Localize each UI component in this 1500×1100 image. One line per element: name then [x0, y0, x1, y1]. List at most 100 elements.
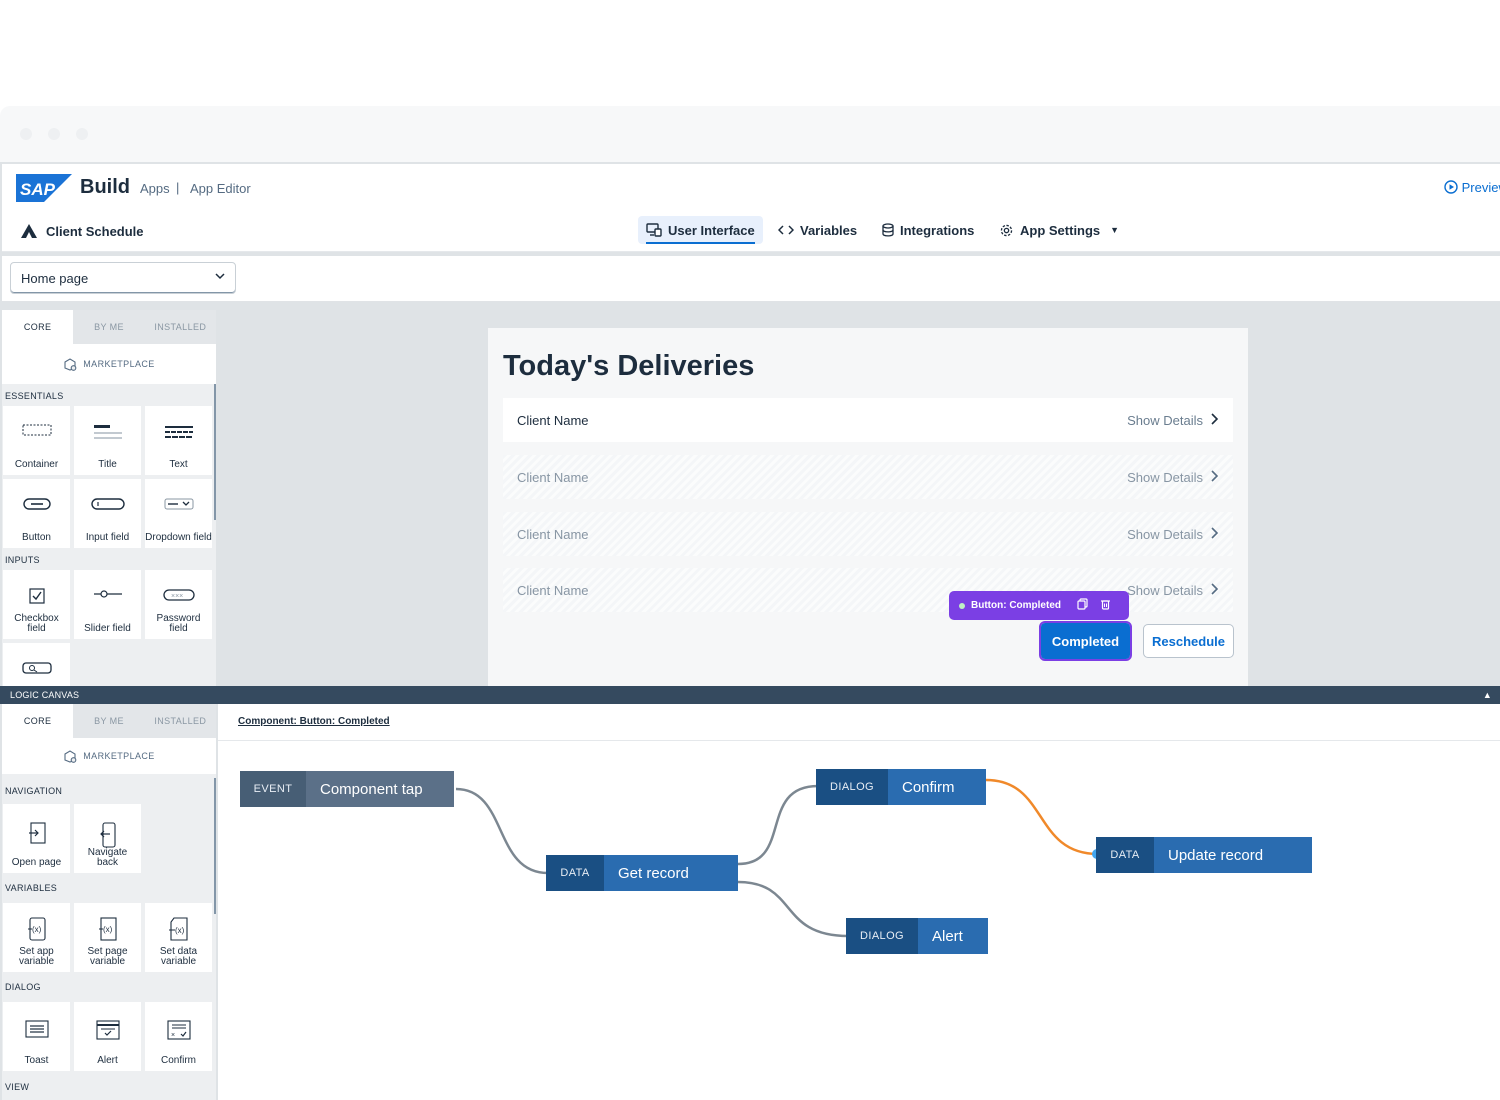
brand-apps-link[interactable]: Apps	[140, 181, 170, 196]
window-minimize-dot[interactable]	[48, 128, 60, 140]
list-item[interactable]: Client Name Show Details	[503, 398, 1233, 442]
set-app-variable-icon: (x)	[3, 917, 70, 941]
logic-item-toast[interactable]: Toast	[3, 1002, 70, 1071]
logic-item-navigate-back[interactable]: Navigate back	[74, 804, 141, 873]
logic-item-label: Alert	[97, 1055, 118, 1066]
logic-canvas-bar[interactable]: LOGIC CANVAS ▲	[0, 686, 1500, 704]
logic-node-confirm[interactable]: DIALOG Confirm	[816, 769, 986, 805]
logic-item-label: Toast	[24, 1055, 49, 1066]
reschedule-button[interactable]: Reschedule	[1143, 624, 1234, 658]
palette-item-dropdown-field[interactable]: Dropdown field	[145, 479, 212, 548]
chevron-down-icon	[215, 271, 225, 283]
chevron-right-icon	[1211, 582, 1219, 598]
logic-item-set-data-variable[interactable]: (x) Set data variable	[145, 903, 212, 972]
title-icon	[74, 424, 141, 440]
selected-component-toolbar: Button: Completed	[949, 591, 1129, 620]
palette-item-label: Password field	[156, 613, 201, 634]
database-icon	[882, 223, 894, 237]
logic-canvas-label: LOGIC CANVAS	[10, 690, 80, 700]
svg-text:(x): (x)	[103, 925, 113, 934]
set-page-variable-icon: (x)	[74, 917, 141, 941]
node-label: Update record	[1154, 837, 1312, 873]
logic-tab-by-me[interactable]: BY ME	[73, 704, 145, 738]
logic-node-alert[interactable]: DIALOG Alert	[846, 918, 988, 954]
node-type-tag: DIALOG	[816, 769, 888, 805]
node-label: Component tap	[306, 771, 454, 807]
section-view: VIEW	[5, 1082, 30, 1092]
palette-item-title[interactable]: Title	[74, 406, 141, 475]
button-icon	[3, 497, 70, 511]
show-details-link[interactable]: Show Details	[1127, 470, 1219, 485]
sap-logo[interactable]: SAP	[16, 174, 72, 202]
delete-icon[interactable]	[1100, 598, 1111, 613]
logic-node-update-record[interactable]: DATA Update record	[1096, 837, 1312, 873]
logic-tab-installed[interactable]: INSTALLED	[144, 704, 216, 738]
palette-tab-core[interactable]: CORE	[2, 310, 74, 344]
page-select-dropdown[interactable]: Home page	[10, 262, 236, 294]
svg-text:(x): (x)	[175, 926, 185, 935]
logic-node-get-record[interactable]: DATA Get record	[546, 855, 738, 891]
tab-app-settings[interactable]: App Settings ▼	[991, 216, 1127, 244]
palette-item-container[interactable]: Container	[3, 406, 70, 475]
slider-icon	[74, 588, 141, 600]
palette-item-password-field[interactable]: ××× Password field	[145, 570, 212, 639]
completed-button[interactable]: Completed	[1039, 621, 1132, 661]
logic-palette-scrollbar[interactable]	[214, 778, 216, 914]
list-item[interactable]: Client Name Show Details	[503, 455, 1233, 499]
logic-item-set-app-variable[interactable]: (x) Set app variable	[3, 903, 70, 972]
palette-scrollbar[interactable]	[214, 384, 216, 520]
section-essentials: ESSENTIALS	[5, 391, 64, 401]
palette-item-slider-field[interactable]: Slider field	[74, 570, 141, 639]
palette-item-button[interactable]: Button	[3, 479, 70, 548]
project-logo-icon	[21, 224, 37, 238]
node-type-tag: EVENT	[240, 771, 306, 807]
toast-icon	[3, 1020, 70, 1038]
palette-item-search-field[interactable]	[3, 643, 70, 686]
window-close-dot[interactable]	[20, 128, 32, 140]
chevron-right-icon	[1211, 526, 1219, 542]
gear-icon	[1000, 224, 1013, 236]
chevron-right-icon	[1211, 412, 1219, 428]
marketplace-button[interactable]: MARKETPLACE	[2, 344, 216, 384]
input-field-icon	[74, 497, 141, 511]
logic-tab-core[interactable]: CORE	[2, 704, 74, 738]
brand-product: Build	[80, 176, 130, 198]
logic-marketplace-button[interactable]: MARKETPLACE	[2, 738, 216, 774]
text-icon	[145, 424, 212, 440]
alert-icon	[74, 1020, 141, 1040]
tab-integrations[interactable]: Integrations	[874, 216, 982, 244]
palette-tab-by-me[interactable]: BY ME	[73, 310, 145, 344]
logic-item-set-page-variable[interactable]: (x) Set page variable	[74, 903, 141, 972]
palette-item-text[interactable]: Text	[145, 406, 212, 475]
screen-title[interactable]: Today's Deliveries	[503, 350, 754, 383]
page-selector-bar: Home page	[2, 256, 1500, 302]
collapse-triangle-icon[interactable]: ▲	[1483, 686, 1492, 704]
tab-user-interface[interactable]: User Interface	[638, 216, 763, 244]
status-dot	[959, 602, 965, 609]
copy-icon[interactable]	[1077, 598, 1088, 613]
svg-text:×××: ×××	[171, 593, 183, 600]
palette-item-input-field[interactable]: Input field	[74, 479, 141, 548]
container-icon	[3, 424, 70, 436]
logic-item-alert[interactable]: Alert	[74, 1002, 141, 1071]
show-details-link[interactable]: Show Details	[1127, 583, 1219, 598]
palette-item-label: Input field	[85, 532, 130, 543]
show-details-link[interactable]: Show Details	[1127, 527, 1219, 542]
tab-variables[interactable]: Variables	[770, 216, 865, 244]
logic-item-confirm[interactable]: × Confirm	[145, 1002, 212, 1071]
palette-item-checkbox-field[interactable]: Checkbox field	[3, 570, 70, 639]
page-select-value: Home page	[21, 271, 89, 286]
logic-canvas: Component: Button: Completed EVENT Compo…	[218, 704, 1500, 1100]
window-maximize-dot[interactable]	[76, 128, 88, 140]
preview-button[interactable]: Preview	[1444, 180, 1500, 195]
list-item[interactable]: Client Name Show Details	[503, 512, 1233, 556]
checkbox-icon	[3, 588, 70, 604]
svg-text:(x): (x)	[32, 925, 42, 934]
palette-tab-installed[interactable]: INSTALLED	[144, 310, 216, 344]
logic-item-open-page[interactable]: Open page	[3, 804, 70, 873]
client-name: Client Name	[517, 526, 589, 542]
node-type-tag: DATA	[546, 855, 604, 891]
logic-connectors	[455, 778, 1102, 938]
logic-node-component-tap[interactable]: EVENT Component tap	[240, 771, 454, 807]
show-details-link[interactable]: Show Details	[1127, 413, 1219, 428]
